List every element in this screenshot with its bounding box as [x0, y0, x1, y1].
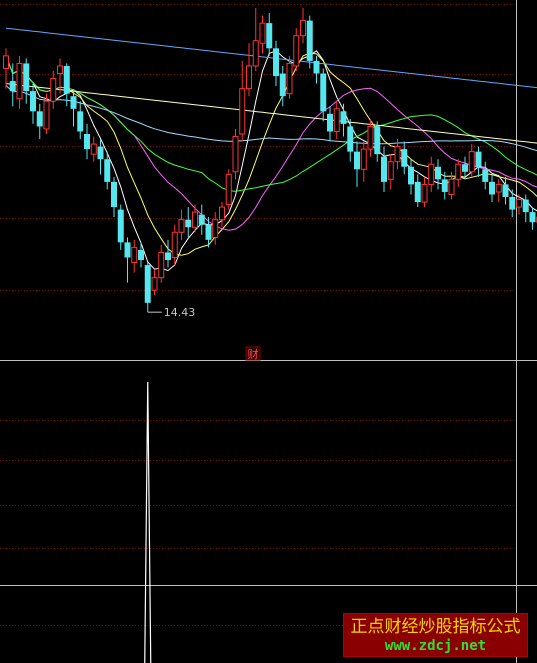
candle-body-down	[408, 166, 414, 185]
indicator-signal-line	[144, 381, 152, 663]
candle-body-up	[131, 246, 138, 264]
candle-body-down	[23, 63, 30, 92]
low-price-marker: 14.43	[147, 306, 196, 319]
candle-body-up	[225, 173, 232, 206]
candle-body-up	[158, 251, 165, 279]
candle-body-down	[489, 181, 495, 195]
candle-body-down	[529, 212, 536, 223]
finance-badge: 财	[245, 346, 261, 361]
watermark-url: www.zdcj.net	[384, 638, 487, 654]
candle-body-down	[30, 91, 36, 112]
candle-body-up	[360, 148, 367, 170]
candle-body-up	[455, 163, 462, 180]
candle-body-down	[327, 113, 333, 132]
candle-body-up	[516, 199, 522, 208]
candle-body-up	[239, 88, 246, 135]
candle-body-up	[421, 183, 428, 203]
watermark-title: 正点财经炒股指标公式	[350, 617, 521, 637]
candle-body-down	[279, 73, 286, 97]
candle-body-down	[435, 166, 441, 180]
watermark-banner: 正点财经炒股指标公式 www.zdcj.net	[343, 613, 528, 657]
candle-body-up	[232, 136, 239, 173]
candle-body-down	[84, 134, 90, 150]
candle-body-up	[246, 65, 252, 90]
candle-body-down	[198, 214, 205, 225]
candle-body-down	[414, 181, 421, 203]
candle-body-down	[502, 184, 509, 197]
candle-body-down	[441, 179, 448, 192]
candle-body-up	[212, 219, 219, 238]
candle-body-down	[522, 199, 529, 213]
candle-body-down	[475, 151, 482, 167]
candle-body-down	[97, 146, 104, 160]
candle-body-up	[259, 22, 266, 44]
candle-body-up	[3, 55, 9, 69]
candle-body-down	[205, 224, 212, 240]
candle-body-down	[354, 151, 360, 170]
moving-average-lines	[5, 27, 537, 272]
candle-body-up	[387, 161, 394, 180]
candle-body-up	[286, 62, 293, 95]
candle-body-down	[381, 156, 387, 182]
candle-body-down	[347, 126, 354, 152]
candle-body-up	[178, 219, 185, 233]
candle-body-down	[111, 181, 117, 208]
finance-badge-label: 财	[248, 347, 259, 361]
candle-body-up	[367, 125, 374, 150]
candle-body-up	[428, 163, 435, 185]
candle-body-down	[9, 81, 16, 92]
candle-body-down	[63, 65, 70, 94]
candle-body-down	[266, 23, 273, 49]
chart-grid	[0, 0, 537, 663]
candle-body-down	[401, 149, 408, 167]
candle-body-up	[333, 108, 340, 132]
candle-body-up	[468, 151, 475, 173]
stock-chart: 14.43 财	[0, 0, 537, 663]
candle-body-up	[252, 40, 259, 67]
candle-body-down	[320, 73, 327, 112]
candle-body-down	[165, 252, 171, 260]
candle-body-up	[300, 20, 306, 37]
candle-body-down	[124, 242, 131, 258]
candle-body-up	[171, 231, 178, 258]
candle-body-down	[36, 111, 43, 127]
candle-body-down	[482, 169, 489, 182]
candle-body-up	[57, 65, 63, 75]
candle-body-up	[219, 206, 225, 221]
candle-body-up	[293, 35, 300, 67]
candle-body-up	[50, 78, 57, 102]
candle-body-down	[313, 60, 320, 74]
candle-body-up	[394, 146, 401, 163]
low-price-label: 14.43	[164, 306, 196, 319]
candle-body-down	[185, 219, 192, 228]
candle-body-down	[509, 197, 516, 210]
candle-body-up	[495, 183, 502, 193]
ma10-line	[5, 52, 537, 256]
candle-body-down	[340, 111, 347, 124]
candle-body-up	[16, 62, 23, 100]
candle-body-down	[144, 265, 151, 303]
candle-body-up	[192, 211, 198, 228]
candle-body-down	[273, 48, 279, 77]
candle-body-up	[43, 100, 50, 130]
candle-body-down	[462, 164, 468, 172]
candle-body-up	[90, 143, 97, 155]
candle-body-up	[448, 178, 455, 195]
candle-body-down	[70, 96, 77, 109]
candle-body-down	[306, 20, 313, 61]
candle-body-down	[138, 249, 144, 260]
candle-body-down	[77, 111, 84, 132]
candle-body-down	[117, 209, 124, 243]
candle-body-up	[151, 277, 158, 291]
candle-body-down	[104, 159, 111, 182]
indicator-panel	[144, 381, 152, 663]
candle-body-down	[374, 126, 381, 155]
